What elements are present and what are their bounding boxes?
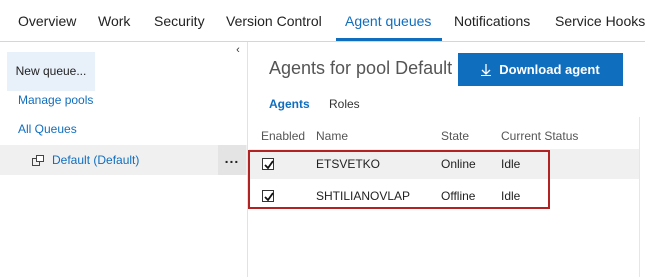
top-navigation: Overview Work Security Version Control A… <box>0 0 645 42</box>
vertical-scrollbar[interactable] <box>639 117 645 277</box>
active-tab-indicator <box>336 38 442 41</box>
agent-name: ETSVETKO <box>316 157 381 171</box>
more-options-icon[interactable]: ... <box>218 145 246 175</box>
agent-state: Offline <box>441 189 476 203</box>
tab-service-hooks[interactable]: Service Hooks <box>555 13 645 29</box>
column-header-name[interactable]: Name <box>316 129 348 143</box>
queues-sidebar: ‹ New queue... Manage pools All Queues D… <box>0 42 248 277</box>
agents-panel: Agents for pool Default Download agent A… <box>249 42 645 277</box>
queue-icon <box>32 155 44 166</box>
chevron-left-icon[interactable]: ‹ <box>232 44 244 56</box>
new-queue-button[interactable]: New queue... <box>7 52 95 91</box>
tab-version-control[interactable]: Version Control <box>226 13 322 29</box>
table-row[interactable]: ETSVETKO Online Idle <box>249 149 639 179</box>
table-row[interactable]: SHTILIANOVLAP Offline Idle <box>249 181 639 211</box>
download-agent-label: Download agent <box>499 62 600 77</box>
tab-agents[interactable]: Agents <box>269 97 310 111</box>
tab-roles[interactable]: Roles <box>329 97 360 111</box>
tab-security[interactable]: Security <box>154 13 205 29</box>
enabled-checkbox[interactable] <box>262 158 274 170</box>
agent-state: Online <box>441 157 476 171</box>
agent-status: Idle <box>501 189 521 203</box>
download-icon <box>481 63 492 76</box>
tab-work[interactable]: Work <box>98 13 130 29</box>
page-title: Agents for pool Default <box>269 58 453 78</box>
tab-overview[interactable]: Overview <box>18 13 76 29</box>
column-header-state[interactable]: State <box>441 129 469 143</box>
all-queues-link[interactable]: All Queues <box>18 122 77 136</box>
manage-pools-link[interactable]: Manage pools <box>18 93 93 107</box>
column-header-current-status[interactable]: Current Status <box>501 129 578 143</box>
queue-item-label: Default (Default) <box>52 153 140 167</box>
agent-name: SHTILIANOVLAP <box>316 189 411 203</box>
agent-status: Idle <box>501 157 521 171</box>
tab-notifications[interactable]: Notifications <box>454 13 530 29</box>
queue-item-default[interactable]: Default (Default) ... <box>0 145 247 175</box>
tab-agent-queues[interactable]: Agent queues <box>345 13 431 29</box>
enabled-checkbox[interactable] <box>262 190 274 202</box>
download-agent-button[interactable]: Download agent <box>458 53 623 86</box>
column-header-enabled[interactable]: Enabled <box>261 129 305 143</box>
